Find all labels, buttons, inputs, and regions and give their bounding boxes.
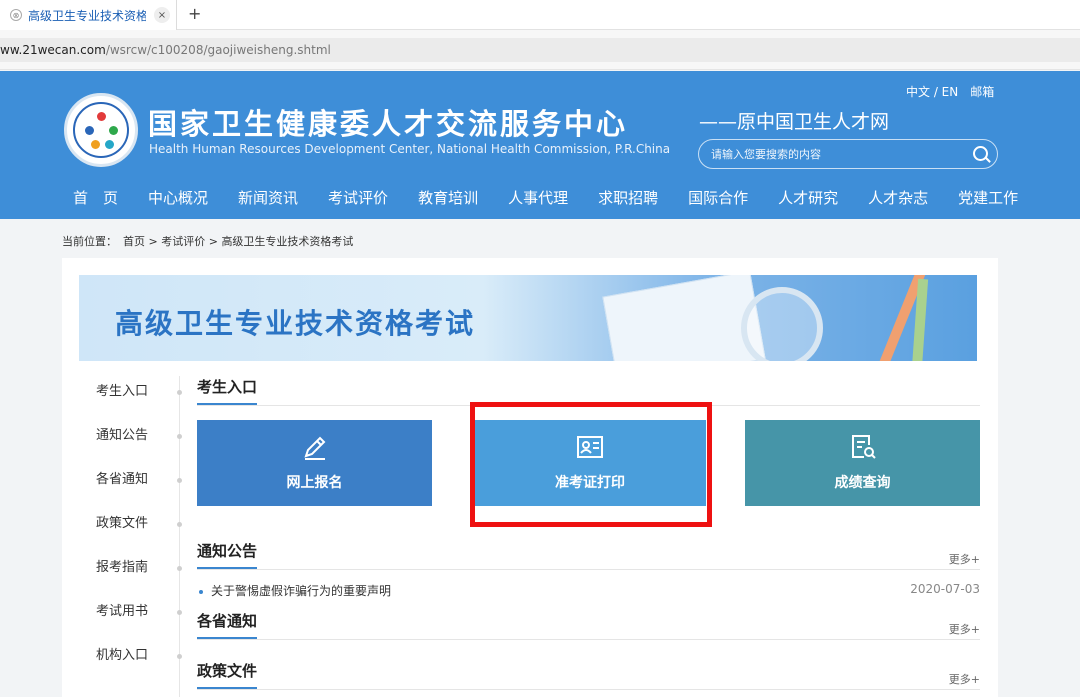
content-panel: 高级卫生专业技术资格考试 考生入口 通知公告 各省通知 政策文件 报考指南 考试…	[62, 258, 998, 697]
new-tab-button[interactable]: +	[188, 4, 201, 23]
browser-tab-bar: ⊗ 高级卫生专业技术资格考 × +	[0, 0, 1080, 30]
logo-dot-blue	[85, 126, 94, 135]
nav-item-research[interactable]: 人才研究	[763, 187, 853, 208]
score-query-button[interactable]: 成绩查询	[745, 420, 980, 506]
breadcrumb: 当前位置： 首页 > 考试评价 > 高级卫生专业技术资格考试	[62, 233, 353, 249]
page-banner: 高级卫生专业技术资格考试	[79, 275, 977, 361]
tab-title: 高级卫生专业技术资格考	[28, 8, 146, 23]
nav-item-training[interactable]: 教育培训	[403, 187, 493, 208]
section-title: 各省通知	[197, 610, 258, 639]
breadcrumb-current: 高级卫生专业技术资格考试	[221, 235, 354, 248]
site-subtitle: Health Human Resources Development Cente…	[149, 142, 671, 156]
site-favicon-icon: ⊗	[10, 9, 22, 21]
sidebar-dot	[177, 390, 182, 395]
sidebar-item-notices[interactable]: 通知公告	[62, 420, 180, 464]
breadcrumb-label: 当前位置：	[62, 235, 117, 248]
url-path: /wsrcw/c100208/gaojiweisheng.shtml	[105, 43, 331, 57]
sidebar-item-guide[interactable]: 报考指南	[62, 552, 180, 596]
logo-dot-orange	[91, 140, 100, 149]
sidebar-dot	[177, 610, 182, 615]
url-host: ww.21wecan.com	[0, 43, 106, 57]
entry-cards: 网上报名 准考证打印 成绩查询	[197, 420, 980, 540]
breadcrumb-home[interactable]: 首页	[123, 235, 145, 248]
site-logo[interactable]	[64, 93, 138, 167]
more-link[interactable]: 更多+	[949, 551, 980, 567]
nav-item-about[interactable]: 中心概况	[133, 187, 223, 208]
sidebar-item-institution-entry[interactable]: 机构入口	[62, 640, 180, 684]
section-title: 政策文件	[197, 660, 258, 689]
site-title: 国家卫生健康委人才交流服务中心	[148, 107, 629, 141]
logo-dot-green	[109, 126, 118, 135]
sidebar-item-policies[interactable]: 政策文件	[62, 508, 180, 552]
nav-item-news[interactable]: 新闻资讯	[223, 187, 313, 208]
nav-item-home[interactable]: 首 页	[58, 187, 133, 208]
card-label: 网上报名	[286, 475, 343, 491]
nav-item-exams[interactable]: 考试评价	[313, 187, 403, 208]
banner-magnifier-graphic	[741, 287, 823, 361]
sidebar-menu: 考生入口 通知公告 各省通知 政策文件 报考指南 考试用书 机构入口	[62, 376, 180, 684]
more-link[interactable]: 更多+	[949, 671, 980, 687]
nav-item-international[interactable]: 国际合作	[673, 187, 763, 208]
nav-item-jobs[interactable]: 求职招聘	[583, 187, 673, 208]
mail-link[interactable]: 邮箱	[970, 85, 994, 99]
sidebar-divider	[179, 376, 180, 697]
section-title: 通知公告	[197, 540, 258, 569]
close-tab-icon[interactable]: ×	[154, 7, 170, 23]
section-header-province: 各省通知 更多+	[197, 610, 980, 640]
notice-title[interactable]: 关于警惕虚假诈骗行为的重要声明	[199, 582, 391, 599]
pencil-icon	[303, 436, 325, 460]
document-search-icon	[851, 435, 876, 459]
section-header-entry: 考生入口	[197, 376, 980, 406]
main-content: 考生入口 网上报名 准考证打印 成绩查询 通知公告 更多+ 关于警惕虚假诈骗行为…	[197, 376, 980, 690]
nav-item-magazine[interactable]: 人才杂志	[853, 187, 943, 208]
id-card-icon	[577, 436, 603, 458]
sidebar-item-candidate-entry[interactable]: 考生入口	[62, 376, 180, 420]
section-header-notices: 通知公告 更多+	[197, 540, 980, 570]
sidebar-dot	[177, 522, 182, 527]
url-field[interactable]: ww.21wecan.com/wsrcw/c100208/gaojiweishe…	[0, 38, 1080, 62]
logo-ring	[73, 102, 129, 158]
card-label: 成绩查询	[834, 475, 891, 491]
search-icon[interactable]	[973, 146, 988, 161]
section-header-policy: 政策文件 更多+	[197, 660, 980, 690]
language-switch-link[interactable]: 中文 / EN	[906, 85, 958, 99]
breadcrumb-separator: >	[145, 235, 162, 248]
main-nav: 首 页 中心概况 新闻资讯 考试评价 教育培训 人事代理 求职招聘 国际合作 人…	[58, 187, 1033, 208]
more-link[interactable]: 更多+	[949, 621, 980, 637]
page-title: 高级卫生专业技术资格考试	[115, 307, 476, 340]
list-item[interactable]: 关于警惕虚假诈骗行为的重要声明 2020-07-03	[197, 570, 980, 610]
sidebar-item-province-notices[interactable]: 各省通知	[62, 464, 180, 508]
breadcrumb-separator: >	[205, 235, 222, 248]
sidebar-dot	[177, 566, 182, 571]
admission-ticket-print-button[interactable]: 准考证打印	[474, 420, 706, 506]
sidebar-dot	[177, 654, 182, 659]
logo-dot-red	[97, 112, 106, 121]
breadcrumb-exams[interactable]: 考试评价	[161, 235, 205, 248]
browser-tab[interactable]: ⊗ 高级卫生专业技术资格考 ×	[0, 0, 177, 30]
search-input[interactable]	[711, 146, 961, 163]
address-bar: ww.21wecan.com/wsrcw/c100208/gaojiweishe…	[0, 30, 1080, 70]
search-box	[698, 139, 998, 169]
header-links: 中文 / EN 邮箱	[906, 83, 1006, 100]
sidebar-item-books[interactable]: 考试用书	[62, 596, 180, 640]
card-label: 准考证打印	[555, 475, 625, 491]
site-alias: ——原中国卫生人才网	[699, 111, 890, 133]
notice-date: 2020-07-03	[910, 582, 980, 596]
nav-item-party[interactable]: 党建工作	[943, 187, 1033, 208]
logo-dot-cyan	[105, 140, 114, 149]
sidebar-dot	[177, 478, 182, 483]
section-title: 考生入口	[197, 376, 258, 405]
site-header: 国家卫生健康委人才交流服务中心 Health Human Resources D…	[0, 71, 1080, 219]
nav-item-hr-agency[interactable]: 人事代理	[493, 187, 583, 208]
online-registration-button[interactable]: 网上报名	[197, 420, 432, 506]
sidebar-dot	[177, 434, 182, 439]
